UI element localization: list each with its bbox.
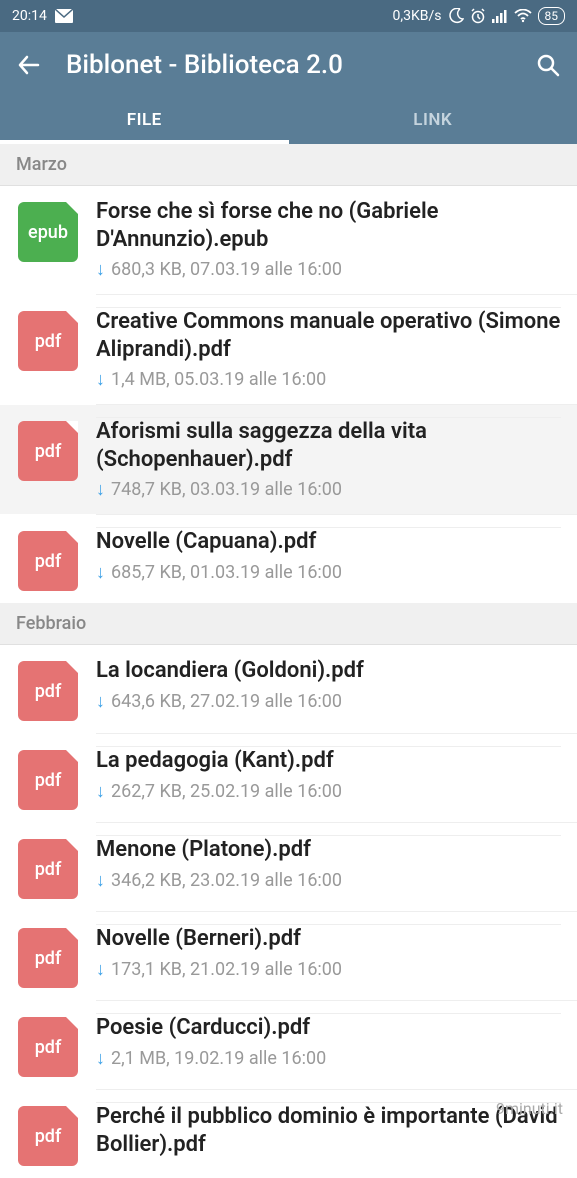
battery-indicator: 85 — [538, 7, 566, 25]
pdf-file-icon: pdf — [18, 531, 78, 591]
file-meta: ↓680,3 KB, 07.03.19 alle 16:00 — [96, 259, 561, 280]
wifi-icon — [514, 9, 532, 23]
file-row[interactable]: pdf La locandiera (Goldoni).pdf ↓643,6 KB,… — [0, 645, 577, 733]
signal-icon — [492, 9, 508, 23]
file-meta: ↓346,2 KB, 23.02.19 alle 16:00 — [96, 870, 561, 891]
epub-file-icon: epub — [18, 202, 78, 262]
file-title: Creative Commons manuale operativo (Simo… — [96, 308, 561, 363]
pdf-file-icon: pdf — [18, 311, 78, 371]
app-bar: Biblonet - Biblioteca 2.0 — [0, 32, 577, 94]
tab-link[interactable]: LINK — [289, 94, 577, 144]
download-icon: ↓ — [96, 479, 105, 500]
status-bar: 20:14 0,3KB/s 85 — [0, 0, 577, 32]
tab-file[interactable]: FILE — [0, 94, 289, 144]
pdf-file-icon: pdf — [18, 750, 78, 810]
pdf-file-icon: pdf — [18, 839, 78, 899]
file-row[interactable]: pdf Aforismi sulla saggezza della vita (S… — [0, 405, 577, 514]
file-row[interactable]: pdf Novelle (Berneri).pdf ↓173,1 KB, 21.02… — [0, 912, 577, 1000]
file-row[interactable]: pdf Poesie (Carducci).pdf ↓2,1 MB, 19.02.1… — [0, 1001, 577, 1089]
file-row[interactable]: pdf Creative Commons manuale operativo (S… — [0, 295, 577, 404]
file-title: La pedagogia (Kant).pdf — [96, 747, 561, 775]
file-title: Forse che sì forse che no (Gabriele D'An… — [96, 198, 561, 253]
section-header: Marzo — [0, 144, 577, 186]
pdf-file-icon: pdf — [18, 421, 78, 481]
section-header: Febbraio — [0, 603, 577, 645]
file-row[interactable]: pdf Perché il pubblico dominio è importan… — [0, 1090, 577, 1178]
file-title: La locandiera (Goldoni).pdf — [96, 657, 561, 685]
file-title: Novelle (Berneri).pdf — [96, 925, 561, 953]
pdf-file-icon: pdf — [18, 1106, 78, 1166]
page-title: Biblonet - Biblioteca 2.0 — [66, 50, 511, 80]
download-icon: ↓ — [96, 691, 105, 712]
file-row[interactable]: pdf La pedagogia (Kant).pdf ↓262,7 KB, 25.… — [0, 734, 577, 822]
file-meta: ↓262,7 KB, 25.02.19 alle 16:00 — [96, 781, 561, 802]
file-meta: ↓1,4 MB, 05.03.19 alle 16:00 — [96, 369, 561, 390]
download-icon: ↓ — [96, 781, 105, 802]
file-row[interactable]: pdf Menone (Platone).pdf ↓346,2 KB, 23.02.… — [0, 823, 577, 911]
file-title: Menone (Platone).pdf — [96, 836, 561, 864]
download-icon: ↓ — [96, 259, 105, 280]
file-row[interactable]: epub Forse che sì forse che no (Gabriele … — [0, 186, 577, 294]
download-icon: ↓ — [96, 369, 105, 390]
file-meta: ↓173,1 KB, 21.02.19 alle 16:00 — [96, 959, 561, 980]
pdf-file-icon: pdf — [18, 661, 78, 721]
file-meta: ↓2,1 MB, 19.02.19 alle 16:00 — [96, 1048, 561, 1069]
back-button[interactable] — [16, 52, 42, 78]
download-icon: ↓ — [96, 870, 105, 891]
tabs: FILE LINK — [0, 94, 577, 144]
file-title: Perché il pubblico dominio è importante … — [96, 1103, 561, 1158]
download-icon: ↓ — [96, 959, 105, 980]
download-icon: ↓ — [96, 1048, 105, 1069]
watermark: 9minuti.it — [496, 1099, 563, 1118]
file-title: Aforismi sulla saggezza della vita (Scho… — [96, 418, 561, 473]
status-time: 20:14 — [12, 8, 47, 24]
download-icon: ↓ — [96, 562, 105, 583]
pdf-file-icon: pdf — [18, 928, 78, 988]
file-meta: ↓685,7 KB, 01.03.19 alle 16:00 — [96, 562, 561, 583]
file-meta: ↓748,7 KB, 03.03.19 alle 16:00 — [96, 479, 561, 500]
pdf-file-icon: pdf — [18, 1017, 78, 1077]
file-title: Novelle (Capuana).pdf — [96, 528, 561, 556]
file-row[interactable]: pdf Novelle (Capuana).pdf ↓685,7 KB, 01.03… — [0, 515, 577, 603]
moon-icon — [448, 8, 464, 24]
alarm-icon — [470, 8, 486, 24]
file-list-container[interactable]: Marzo epub Forse che sì forse che no (Gabr… — [0, 144, 577, 1178]
file-meta: ↓643,6 KB, 27.02.19 alle 16:00 — [96, 691, 561, 712]
file-title: Poesie (Carducci).pdf — [96, 1014, 561, 1042]
search-button[interactable] — [535, 52, 561, 78]
net-speed: 0,3KB/s — [393, 8, 442, 24]
mail-icon — [55, 9, 73, 23]
